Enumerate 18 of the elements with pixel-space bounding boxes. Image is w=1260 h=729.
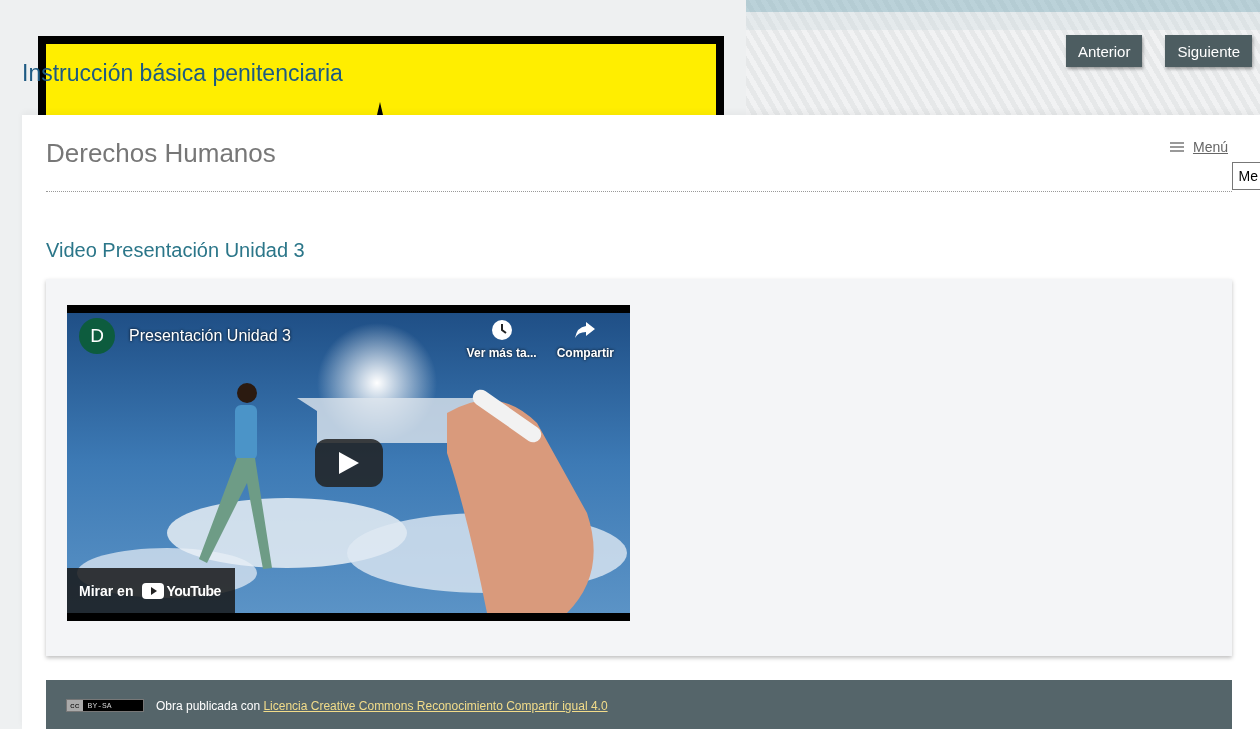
page-title: Derechos Humanos [46, 137, 276, 169]
video-title[interactable]: Presentación Unidad 3 [129, 327, 291, 345]
tooltip: Me [1231, 162, 1260, 190]
watch-later-button[interactable]: Ver más ta... [466, 319, 537, 360]
license-badge[interactable]: cc BY-SA [66, 699, 144, 712]
play-button[interactable] [315, 439, 383, 487]
license-link[interactable]: Licencia Creative Commons Reconocimiento Compartir igual 4.0 [263, 699, 608, 713]
watch-on-youtube-button[interactable]: Mirar en YouTube [67, 568, 235, 613]
section-heading: Video Presentación Unidad 3 [46, 239, 306, 262]
play-icon [339, 452, 359, 474]
next-button[interactable]: Siguiente [1165, 35, 1252, 67]
menu-icon [1169, 142, 1184, 152]
previous-button[interactable]: Anterior [1065, 35, 1143, 67]
menu-link[interactable]: Menú [1192, 139, 1228, 155]
clock-icon [490, 319, 513, 341]
play-logo-icon [142, 582, 165, 599]
share-button[interactable]: Compartir [556, 319, 614, 360]
license-text: Obra publicada con Licencia Creative Commons Reconocimiento Compartir igual 4.0 [156, 699, 608, 713]
